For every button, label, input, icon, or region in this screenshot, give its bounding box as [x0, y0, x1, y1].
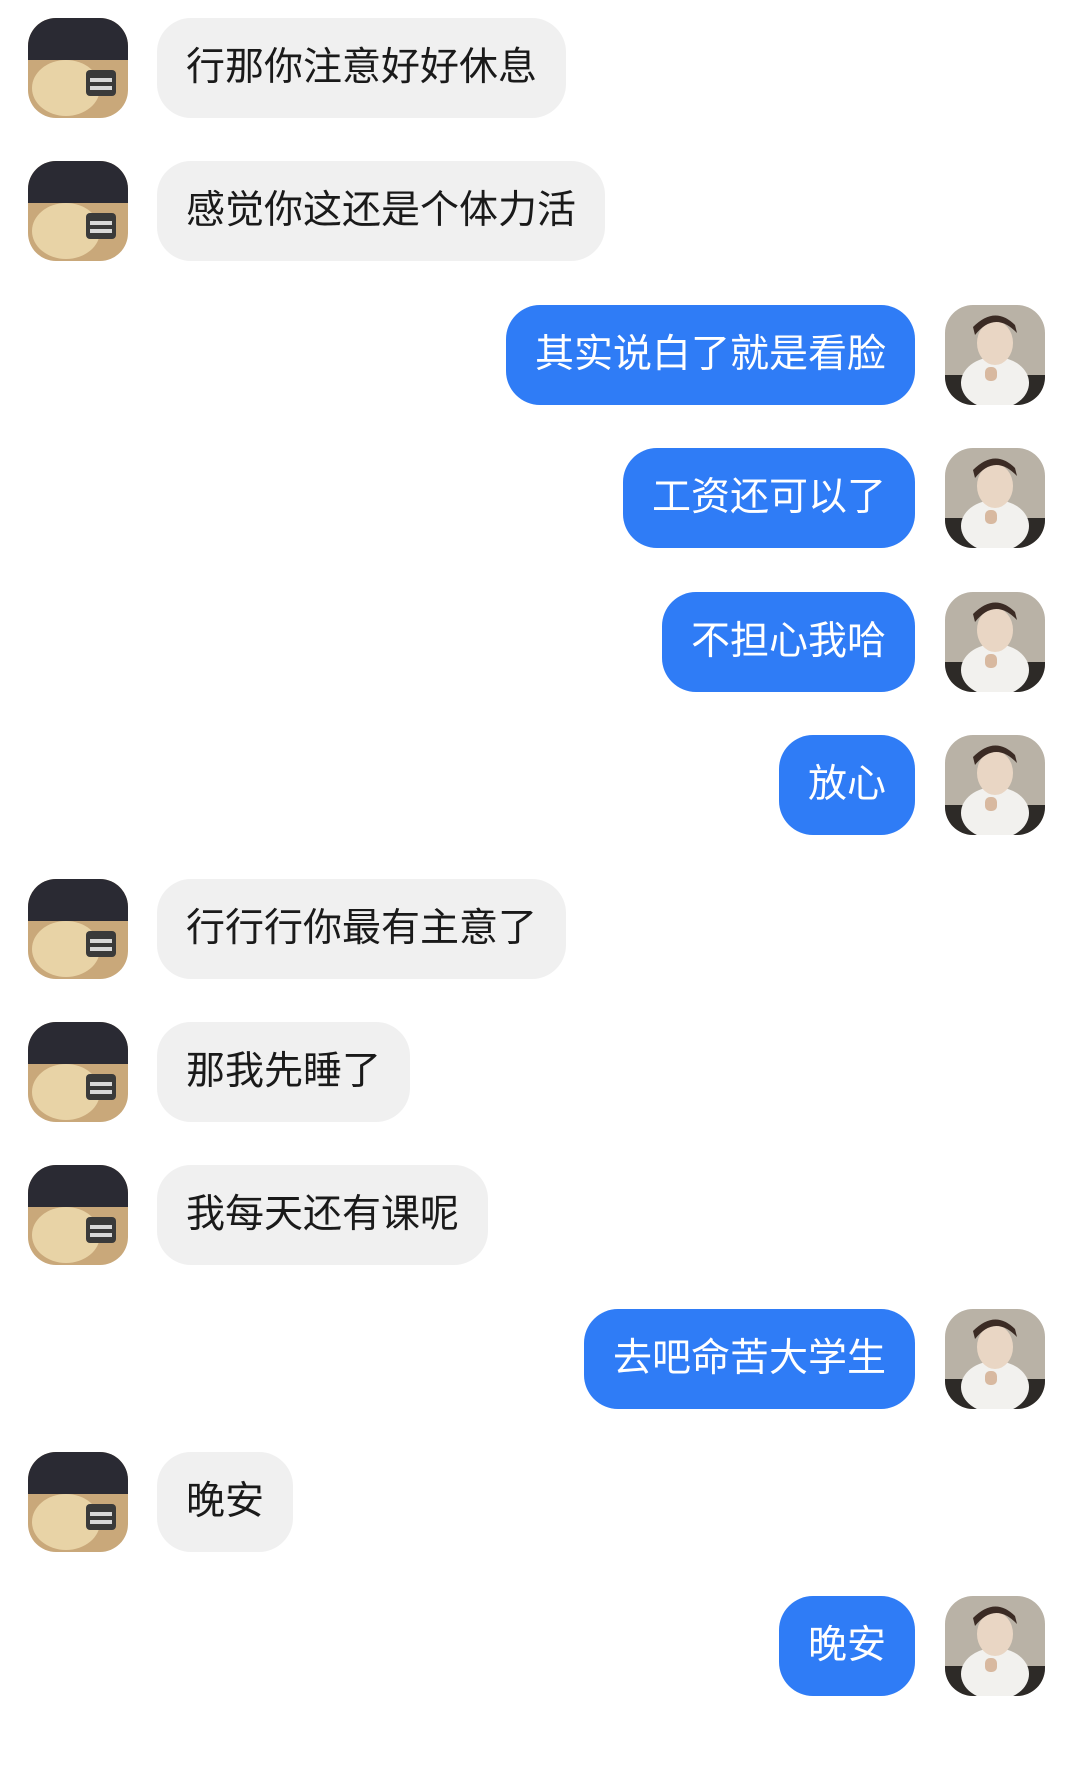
self-avatar[interactable]: [945, 305, 1045, 405]
outgoing-message-bubble[interactable]: 去吧命苦大学生: [583, 1309, 915, 1409]
other-user-avatar[interactable]: [28, 18, 128, 118]
other-user-avatar[interactable]: [28, 161, 128, 261]
message-row-incoming: 我每天还有课呢: [0, 1165, 1080, 1265]
outgoing-message-bubble[interactable]: 晚安: [778, 1596, 915, 1696]
message-row-outgoing: 晚安: [0, 1596, 1080, 1696]
self-avatar[interactable]: [945, 1596, 1045, 1696]
incoming-message-bubble[interactable]: 行行行你最有主意了: [157, 879, 567, 979]
message-row-outgoing: 其实说白了就是看脸: [0, 305, 1080, 405]
self-avatar[interactable]: [945, 448, 1045, 548]
incoming-message-bubble[interactable]: 晚安: [157, 1452, 294, 1552]
message-row-incoming: 那我先睡了: [0, 1022, 1080, 1122]
self-avatar[interactable]: [945, 592, 1045, 692]
other-user-avatar[interactable]: [28, 1165, 128, 1265]
other-user-avatar[interactable]: [28, 879, 128, 979]
message-row-incoming: 行那你注意好好休息: [0, 18, 1080, 118]
message-row-incoming: 行行行你最有主意了: [0, 879, 1080, 979]
message-row-incoming: 晚安: [0, 1452, 1080, 1552]
outgoing-message-bubble[interactable]: 不担心我哈: [661, 592, 915, 692]
self-avatar[interactable]: [945, 1309, 1045, 1409]
message-row-outgoing: 去吧命苦大学生: [0, 1309, 1080, 1409]
message-row-outgoing: 不担心我哈: [0, 592, 1080, 692]
chat-thread: 行那你注意好好休息 感觉你这还是个体力活 其实说白了就是看脸 工资还可以了 不担…: [0, 0, 1080, 1772]
other-user-avatar[interactable]: [28, 1452, 128, 1552]
message-row-incoming: 感觉你这还是个体力活: [0, 161, 1080, 261]
other-user-avatar[interactable]: [28, 1022, 128, 1122]
incoming-message-bubble[interactable]: 那我先睡了: [157, 1022, 411, 1122]
outgoing-message-bubble[interactable]: 放心: [778, 735, 915, 835]
outgoing-message-bubble[interactable]: 其实说白了就是看脸: [505, 305, 915, 405]
incoming-message-bubble[interactable]: 行那你注意好好休息: [157, 18, 567, 118]
message-row-outgoing: 放心: [0, 735, 1080, 835]
incoming-message-bubble[interactable]: 我每天还有课呢: [157, 1165, 489, 1265]
message-row-outgoing: 工资还可以了: [0, 448, 1080, 548]
incoming-message-bubble[interactable]: 感觉你这还是个体力活: [157, 161, 606, 261]
outgoing-message-bubble[interactable]: 工资还可以了: [622, 448, 915, 548]
self-avatar[interactable]: [945, 735, 1045, 835]
